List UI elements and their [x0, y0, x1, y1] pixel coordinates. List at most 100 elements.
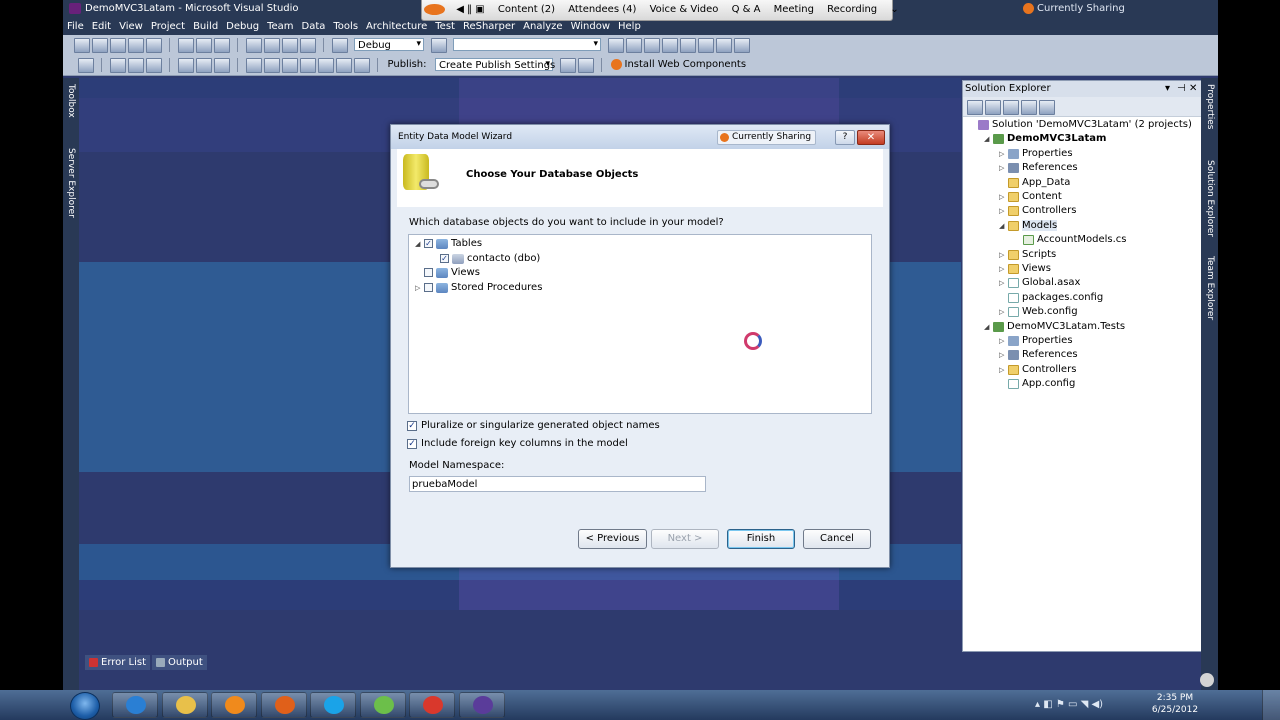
menu-data[interactable]: Data [298, 21, 330, 32]
add-item-icon[interactable] [91, 38, 108, 53]
solution-tree-item[interactable]: ▷ Views [999, 262, 1051, 276]
menu-help[interactable]: Help [614, 21, 645, 32]
redo-icon[interactable] [263, 38, 280, 53]
solution-tree-item[interactable]: ◢ DemoMVC3Latam.Tests [984, 320, 1125, 334]
object-browser-icon[interactable] [661, 38, 678, 53]
copy-icon[interactable] [195, 38, 212, 53]
solution-tree-item[interactable]: ▷ Global.asax [999, 276, 1080, 290]
menu-team[interactable]: Team [263, 21, 297, 32]
validate-icon[interactable] [335, 58, 352, 73]
team-explorer-tab[interactable]: Team Explorer [1202, 256, 1218, 320]
solution-tree-item[interactable]: ▷ Controllers [999, 363, 1076, 377]
expand-arrow-icon[interactable]: ▷ [999, 363, 1008, 377]
finish-button[interactable]: Finish [727, 529, 795, 549]
publish-options-icon[interactable] [577, 58, 594, 73]
save-icon[interactable] [127, 38, 144, 53]
view-designer-icon[interactable] [1039, 100, 1055, 115]
solution-tree-item[interactable]: ▷ References [999, 348, 1078, 362]
open-file-icon[interactable] [109, 38, 126, 53]
pluralize-option[interactable]: ✓ Pluralize or singularize generated obje… [407, 419, 660, 433]
start-button[interactable] [70, 692, 100, 720]
taskbar-app-button[interactable] [112, 692, 158, 718]
share-meeting-menu[interactable]: Meeting [769, 4, 819, 15]
menu-analyze[interactable]: Analyze [519, 21, 566, 32]
cut-icon[interactable] [177, 38, 194, 53]
collapse-arrow-icon[interactable]: ◢ [415, 237, 424, 251]
solution-tree-item[interactable]: ▷ Content [999, 190, 1062, 204]
grid-icon[interactable] [281, 58, 298, 73]
solution-tree-item[interactable]: ▷ Scripts [999, 248, 1056, 262]
database-object-item[interactable]: ▷ Stored Procedures [415, 281, 542, 295]
publish-web-icon[interactable] [559, 58, 576, 73]
preview-icon[interactable] [353, 58, 370, 73]
solution-tree-item[interactable]: AccountModels.cs [1014, 233, 1127, 247]
solution-tree-item[interactable]: ◢ DemoMVC3Latam [984, 132, 1106, 146]
next-button[interactable]: Next > [651, 529, 719, 549]
uncomment-icon[interactable] [195, 58, 212, 73]
object-checkbox[interactable]: ✓ [440, 253, 449, 263]
undo-icon[interactable] [245, 38, 262, 53]
taskbar-app-button[interactable] [409, 692, 455, 718]
comment-icon[interactable] [177, 58, 194, 73]
find-in-files-icon[interactable] [607, 38, 624, 53]
menu-file[interactable]: File [63, 21, 88, 32]
paste-icon[interactable] [213, 38, 230, 53]
expand-arrow-icon[interactable]: ▷ [999, 276, 1008, 290]
taskbar-app-button[interactable] [359, 692, 406, 718]
solution-tree-item[interactable]: ▷ Web.config [999, 305, 1078, 319]
find-icon[interactable] [430, 38, 447, 53]
help-icon[interactable]: ? [835, 130, 855, 145]
menu-edit[interactable]: Edit [88, 21, 115, 32]
solution-tree-item[interactable]: App.config [999, 377, 1075, 391]
share-attendees-menu[interactable]: Attendees (4) [563, 4, 641, 15]
foreign-keys-checkbox[interactable]: ✓ [407, 439, 417, 449]
refresh-icon[interactable] [1003, 100, 1019, 115]
save-all-icon[interactable] [145, 38, 162, 53]
properties-tab[interactable]: Properties [1202, 84, 1218, 129]
bookmark-icon[interactable] [145, 58, 162, 73]
properties-icon[interactable] [967, 100, 983, 115]
window-icon[interactable] [299, 58, 316, 73]
browse-icon[interactable] [317, 58, 334, 73]
expand-arrow-icon[interactable]: ▷ [999, 147, 1008, 161]
solution-tree-item[interactable]: ▷ Controllers [999, 204, 1076, 218]
start-debugging-icon[interactable] [331, 38, 348, 53]
share-minimize-icon[interactable]: ⌄ [885, 4, 903, 15]
navigate-forward-icon[interactable] [299, 38, 316, 53]
database-objects-tree[interactable]: ◢ ✓ Tables ✓ contacto (dbo) Views ▷ Stored Proc… [408, 234, 872, 414]
server-explorer-tab[interactable]: Server Explorer [63, 148, 79, 218]
share-content-menu[interactable]: Content (2) [493, 4, 560, 15]
expand-arrow-icon[interactable]: ▷ [999, 262, 1008, 276]
taskbar-app-button[interactable] [161, 692, 208, 718]
solution-explorer-icon[interactable] [625, 38, 642, 53]
expand-arrow-icon[interactable]: ▷ [999, 305, 1008, 319]
menu-debug[interactable]: Debug [222, 21, 263, 32]
solution-tree-item[interactable]: ▷ References [999, 161, 1078, 175]
outdent-icon[interactable] [127, 58, 144, 73]
menu-build[interactable]: Build [189, 21, 222, 32]
taskbar-app-button[interactable] [458, 692, 505, 718]
new-project-icon[interactable] [73, 38, 90, 53]
system-tray-icons[interactable]: ▴ ◧ ⚑ ▭ ◥ ◀) [1035, 699, 1103, 710]
share-nav-icon[interactable]: ◀ ‖ ▣ [451, 4, 490, 15]
close-icon[interactable]: ✕ [857, 130, 885, 145]
object-checkbox[interactable] [424, 282, 433, 292]
foreign-keys-option[interactable]: ✓ Include foreign key columns in the mode… [407, 437, 628, 451]
window-position-icon[interactable]: ▾ [1165, 81, 1170, 97]
menu-resharper[interactable]: ReSharper [459, 21, 519, 32]
indent-icon[interactable] [109, 58, 126, 73]
navigate-backward-icon[interactable] [281, 38, 298, 53]
expand-arrow-icon[interactable]: ▷ [999, 190, 1008, 204]
database-object-item[interactable]: Views [415, 266, 480, 280]
solution-configuration-combo[interactable]: Debug [354, 38, 424, 51]
expand-arrow-icon[interactable]: ▷ [999, 161, 1008, 175]
database-object-item[interactable]: ✓ contacto (dbo) [431, 252, 540, 266]
show-all-files-icon[interactable] [985, 100, 1001, 115]
view-code-icon[interactable] [1021, 100, 1037, 115]
solution-tree-item[interactable]: Solution 'DemoMVC3Latam' (2 projects) [969, 118, 1192, 132]
refactor-icon[interactable] [77, 58, 94, 73]
solution-tree-item[interactable]: packages.config [999, 291, 1103, 305]
table-icon[interactable] [263, 58, 280, 73]
expand-arrow-icon[interactable]: ▷ [999, 348, 1008, 362]
taskbar-clock[interactable]: 2:35 PM 6/25/2012 [1148, 692, 1202, 716]
